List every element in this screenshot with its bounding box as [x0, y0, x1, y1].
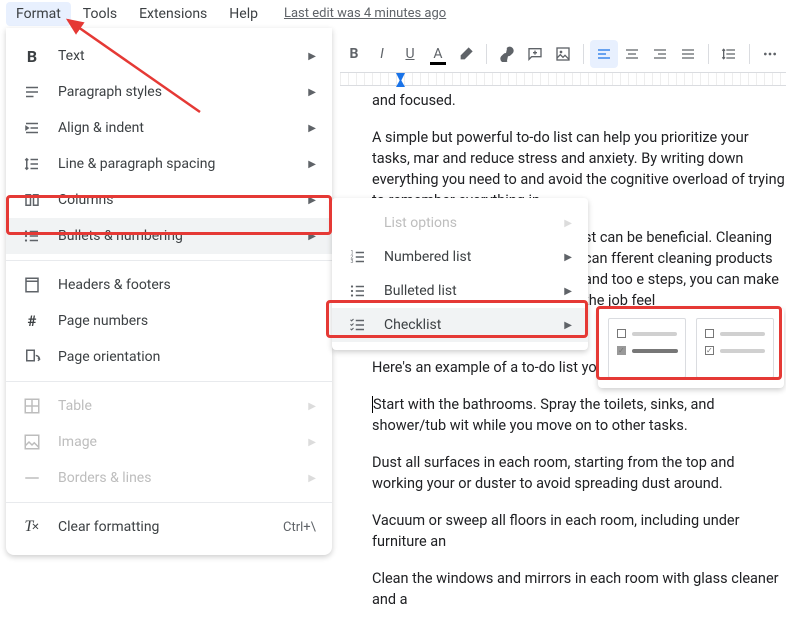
bulleted-list-icon — [348, 281, 368, 301]
submenu-arrow-icon: ▶ — [308, 195, 316, 206]
toolbar-separator — [486, 44, 487, 64]
menubar: Format Tools Extensions Help Last edit w… — [0, 0, 786, 28]
numbered-list-icon: 123 — [348, 247, 368, 267]
submenu-arrow-icon: ▶ — [308, 51, 316, 62]
submenu-bulleted-list[interactable]: Bulleted list ▶ — [332, 274, 588, 308]
checklist-style-option-1[interactable] — [608, 318, 686, 378]
align-right-button[interactable] — [646, 40, 674, 68]
submenu-arrow-icon: ▶ — [308, 123, 316, 134]
insert-image-button[interactable] — [549, 40, 577, 68]
submenu-arrow-icon: ▶ — [308, 401, 316, 412]
menu-table: Table ▶ — [6, 388, 332, 424]
align-left-button[interactable] — [590, 40, 618, 68]
menu-separator — [6, 381, 332, 382]
align-indent-icon — [22, 118, 42, 138]
paragraph[interactable]: Clean the windows and mirrors in each ro… — [372, 568, 786, 610]
checklist-icon — [348, 315, 368, 335]
menu-help[interactable]: Help — [219, 2, 268, 26]
comment-button[interactable] — [521, 40, 549, 68]
ruler[interactable] — [340, 72, 786, 86]
paragraph[interactable]: Dust all surfaces in each room, starting… — [372, 452, 786, 494]
menu-text[interactable]: B Text ▶ — [6, 38, 332, 74]
menu-page-orientation[interactable]: Page orientation — [6, 339, 332, 375]
menu-bullets-numbering[interactable]: Bullets & numbering ▶ — [6, 218, 332, 254]
italic-button[interactable]: I — [368, 40, 396, 68]
left-indent-marker[interactable] — [396, 79, 405, 87]
shortcut-text: Ctrl+\ — [283, 520, 316, 535]
align-center-button[interactable] — [618, 40, 646, 68]
menu-columns[interactable]: Columns ▶ — [6, 182, 332, 218]
menu-separator — [6, 502, 332, 503]
menu-tools[interactable]: Tools — [73, 2, 127, 26]
page-numbers-icon: # — [22, 311, 42, 331]
toolbar-separator — [583, 44, 584, 64]
bold-icon: B — [22, 46, 42, 66]
paragraph[interactable]: st can be beneficial. Cleaning can ffere… — [584, 227, 786, 311]
submenu-arrow-icon: ▶ — [564, 320, 572, 331]
menu-image: Image ▶ — [6, 424, 332, 460]
last-edit-link[interactable]: Last edit was 4 minutes ago — [284, 6, 446, 21]
menu-extensions[interactable]: Extensions — [129, 2, 217, 26]
paragraph[interactable]: Vacuum or sweep all floors in each room,… — [372, 510, 786, 552]
columns-icon — [22, 190, 42, 210]
underline-button[interactable]: U — [396, 40, 424, 68]
menu-page-numbers[interactable]: # Page numbers — [6, 303, 332, 339]
table-icon — [22, 396, 42, 416]
submenu-arrow-icon: ▶ — [308, 231, 316, 242]
toolbar: B I U A — [340, 36, 784, 72]
submenu-arrow-icon: ▶ — [564, 252, 572, 263]
align-justify-button[interactable] — [674, 40, 702, 68]
paragraph[interactable]: and focused. — [372, 90, 786, 111]
highlight-button[interactable] — [452, 40, 480, 68]
bold-button[interactable]: B — [340, 40, 368, 68]
clear-formatting-icon: T✕ — [22, 517, 42, 537]
page-orientation-icon — [22, 347, 42, 367]
format-dropdown: B Text ▶ Paragraph styles ▶ Align & inde… — [6, 28, 332, 555]
submenu-numbered-list[interactable]: 123 Numbered list ▶ — [332, 240, 588, 274]
toolbar-separator — [749, 44, 750, 64]
svg-text:3: 3 — [351, 259, 354, 265]
headers-footers-icon — [22, 275, 42, 295]
bullets-numbering-submenu: List options ▶ 123 Numbered list ▶ Bulle… — [332, 198, 588, 350]
paragraph-styles-icon — [22, 82, 42, 102]
submenu-checklist[interactable]: Checklist ▶ — [332, 308, 588, 342]
bullets-numbering-icon — [22, 226, 42, 246]
toolbar-separator — [708, 44, 709, 64]
menu-borders-lines: Borders & lines ▶ — [6, 460, 332, 496]
menu-clear-formatting[interactable]: T✕ Clear formatting Ctrl+\ — [6, 509, 332, 545]
menu-align-indent[interactable]: Align & indent ▶ — [6, 110, 332, 146]
more-button[interactable] — [756, 40, 784, 68]
link-button[interactable] — [493, 40, 521, 68]
line-spacing-button[interactable] — [715, 40, 743, 68]
menu-line-spacing[interactable]: Line & paragraph spacing ▶ — [6, 146, 332, 182]
line-spacing-icon — [22, 154, 42, 174]
submenu-arrow-icon: ▶ — [308, 437, 316, 448]
menu-format[interactable]: Format — [6, 2, 71, 26]
text-color-button[interactable]: A — [424, 40, 452, 68]
submenu-arrow-icon: ▶ — [308, 159, 316, 170]
submenu-arrow-icon: ▶ — [308, 473, 316, 484]
submenu-arrow-icon: ▶ — [308, 87, 316, 98]
list-options-icon — [348, 213, 368, 233]
menu-paragraph-styles[interactable]: Paragraph styles ▶ — [6, 74, 332, 110]
image-icon — [22, 432, 42, 452]
submenu-arrow-icon: ▶ — [564, 218, 572, 229]
menu-separator — [6, 260, 332, 261]
borders-lines-icon — [22, 468, 42, 488]
submenu-arrow-icon: ▶ — [564, 286, 572, 297]
checklist-style-option-2[interactable] — [696, 318, 774, 378]
checklist-style-picker — [598, 308, 784, 388]
paragraph[interactable]: Start with the bathrooms. Spray the toil… — [372, 394, 786, 436]
menu-headers-footers[interactable]: Headers & footers — [6, 267, 332, 303]
submenu-list-options: List options ▶ — [332, 206, 588, 240]
